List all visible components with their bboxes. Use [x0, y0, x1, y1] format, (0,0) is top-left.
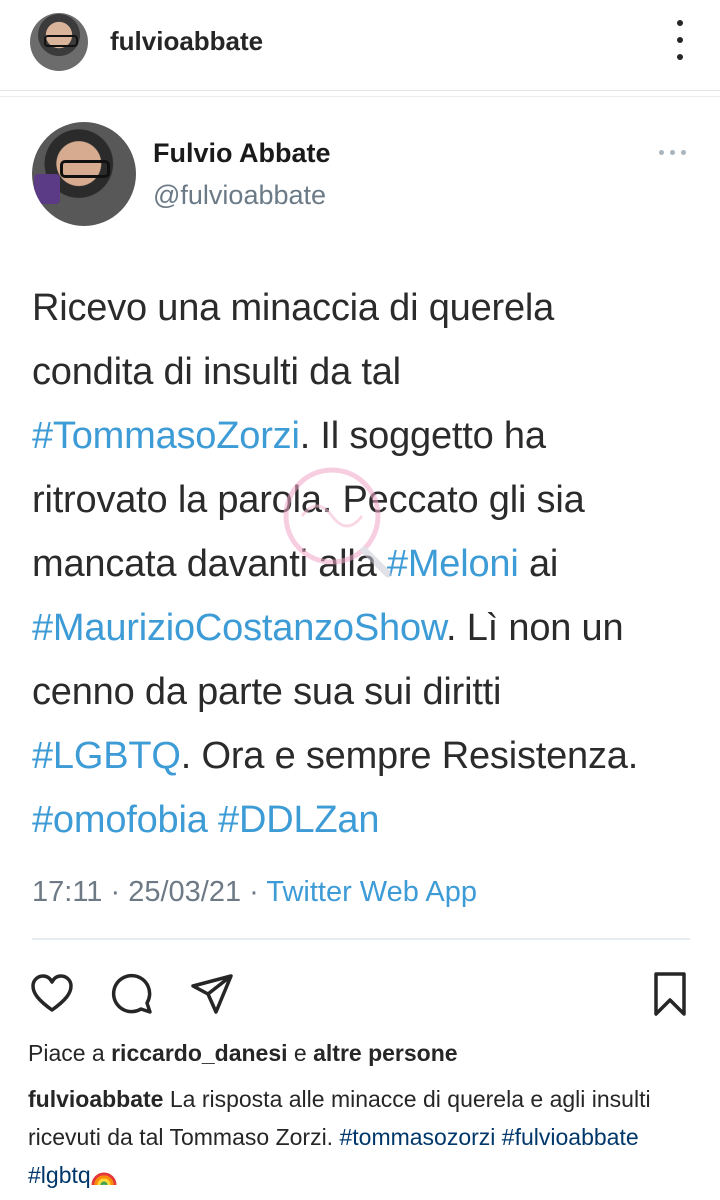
- likes-others[interactable]: altre persone: [313, 1040, 457, 1066]
- tweet-text-line: #MaurizioCostanzoShow. Lì non un: [32, 596, 702, 660]
- tweet-timestamp: 17:11 · 25/03/21 ·: [32, 876, 267, 908]
- likes-middle: e: [287, 1040, 314, 1066]
- tweet-text-line: mancata davanti alla #Meloni ai: [32, 532, 702, 596]
- tweet-source: Twitter Web App: [266, 876, 477, 908]
- tweet-hashtag[interactable]: #Meloni: [387, 543, 519, 585]
- caption-hashtag[interactable]: #tommasozorzi: [339, 1124, 495, 1150]
- likes-summary: Piace a riccardo_danesi e altre persone: [28, 1040, 458, 1067]
- tweet-text-line: condita di insulti da tal: [32, 340, 702, 404]
- tweet-text-segment: . Il soggetto ha: [299, 415, 546, 457]
- tweet-hashtag[interactable]: #DDLZan: [218, 799, 379, 841]
- tweet-text-segment: mancata davanti alla: [32, 543, 387, 585]
- post-caption: fulvioabbate La risposta alle minacce di…: [28, 1080, 698, 1194]
- tweet-text-line: #omofobia #DDLZan: [32, 788, 702, 852]
- profile-avatar[interactable]: [30, 13, 88, 71]
- more-options-icon[interactable]: [670, 20, 690, 60]
- tweet-meta: 17:11 · 25/03/21 · Twitter Web App: [32, 876, 477, 909]
- tweet-text-segment: cenno da parte sua sui diritti: [32, 671, 502, 713]
- tweet-text-line: cenno da parte sua sui diritti: [32, 660, 702, 724]
- tweet-hashtag[interactable]: #LGBTQ: [32, 735, 181, 777]
- tweet-text-segment: condita di insulti da tal: [32, 351, 401, 393]
- avatar-glasses: [60, 160, 110, 178]
- tweet-text-line: ritrovato la parola. Peccato gli sia: [32, 468, 702, 532]
- caption-hashtag[interactable]: #fulvioabbate: [502, 1124, 639, 1150]
- tweet-text: Ricevo una minaccia di querela condita di…: [32, 276, 702, 852]
- tweet-author-handle: @fulvioabbate: [153, 180, 327, 210]
- tweet-text-segment: Ricevo una minaccia di querela: [32, 287, 555, 329]
- tweet-text-segment: ritrovato la parola. Peccato gli sia: [32, 479, 585, 521]
- divider: [0, 96, 720, 97]
- tweet-text-segment: [208, 799, 218, 841]
- liked-by-user[interactable]: riccardo_danesi: [111, 1040, 287, 1066]
- send-icon[interactable]: [188, 970, 236, 1018]
- post-actions: [0, 960, 720, 1030]
- tweet-text-line: #TommasoZorzi. Il soggetto ha: [32, 404, 702, 468]
- comment-icon[interactable]: [108, 970, 156, 1018]
- tweet-more-icon: [659, 150, 686, 155]
- tweet-divider: [32, 938, 690, 940]
- tweet-avatar: [32, 122, 136, 226]
- caption-username[interactable]: fulvioabbate: [28, 1086, 163, 1112]
- rainbow-emoji-icon: [91, 1172, 117, 1186]
- tweet-text-line: Ricevo una minaccia di querela: [32, 276, 702, 340]
- tweet-hashtag[interactable]: #omofobia: [32, 799, 208, 841]
- bookmark-icon[interactable]: [646, 970, 694, 1018]
- tweet-text-segment: . Ora e sempre Resistenza.: [180, 735, 639, 777]
- avatar-background-object: [34, 174, 60, 204]
- post-username[interactable]: fulvioabbate: [110, 26, 263, 57]
- divider: [0, 90, 720, 91]
- likes-prefix: Piace a: [28, 1040, 112, 1066]
- heart-icon[interactable]: [28, 970, 76, 1018]
- tweet-text-segment: . Lì non un: [446, 607, 624, 649]
- caption-hashtag[interactable]: #lgbtq: [28, 1162, 91, 1188]
- tweet-hashtag[interactable]: #MaurizioCostanzoShow: [32, 607, 446, 649]
- tweet-text-segment: ai: [518, 543, 559, 585]
- tweet-text-line: #LGBTQ. Ora e sempre Resistenza.: [32, 724, 702, 788]
- avatar-glasses: [44, 35, 78, 47]
- post-header: fulvioabbate: [0, 0, 720, 86]
- tweet-card: Fulvio Abbate @fulvioabbate Ricevo una m…: [0, 98, 720, 960]
- tweet-author-name: Fulvio Abbate: [153, 138, 331, 168]
- tweet-hashtag[interactable]: #TommasoZorzi: [32, 415, 300, 457]
